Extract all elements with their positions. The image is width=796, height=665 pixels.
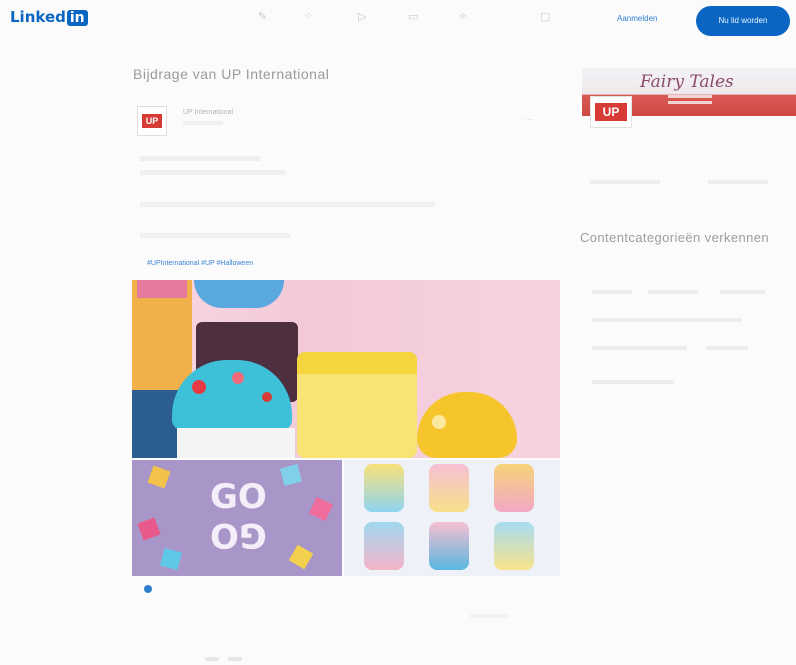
follower-count-placeholder xyxy=(590,180,660,184)
logo-text: Linked xyxy=(10,8,66,26)
author-name[interactable]: UP International xyxy=(183,109,233,116)
go-text: GO xyxy=(210,477,267,517)
post-page-title: Bijdrage van UP International xyxy=(133,66,330,82)
apps-icon[interactable]: ▢ xyxy=(540,10,550,23)
cup-shape xyxy=(364,522,404,570)
company-avatar[interactable]: UP xyxy=(137,106,167,136)
more-options-button[interactable]: ... xyxy=(524,112,535,122)
category-pill[interactable] xyxy=(592,290,632,294)
category-pill[interactable] xyxy=(720,290,765,294)
top-navigation: Linked in ✎ ⁘ ▷ ▭ ✧ ▢ Aanmelden Nu lid wo… xyxy=(0,0,796,44)
follow-link-placeholder[interactable] xyxy=(708,180,768,184)
yellow-lid-shape xyxy=(297,352,417,374)
candy-shape xyxy=(137,517,161,541)
categories-heading: Contentcategorieën verkennen xyxy=(580,230,769,245)
post-meta-placeholder xyxy=(183,121,223,125)
articles-icon[interactable]: ✎ xyxy=(258,10,267,23)
avatar-logo-text: UP xyxy=(142,114,162,128)
logo-badge: in xyxy=(66,10,88,26)
linkedin-logo[interactable]: Linked in xyxy=(10,8,88,26)
cup-shape xyxy=(364,464,404,512)
cookie-decoration xyxy=(432,415,446,429)
cake-decoration xyxy=(192,380,206,394)
category-pill[interactable] xyxy=(592,346,687,350)
candy-shape xyxy=(288,544,314,570)
candy-shape xyxy=(159,547,183,571)
go-text-mirrored: GO xyxy=(210,515,267,555)
category-pill[interactable] xyxy=(648,290,698,294)
cup-shape xyxy=(494,522,534,570)
candy-shape xyxy=(279,463,303,487)
cake-decoration xyxy=(262,392,272,402)
games-icon[interactable]: ✧ xyxy=(458,10,467,23)
sidebar-company-avatar[interactable]: UP xyxy=(590,96,632,128)
people-icon[interactable]: ⁘ xyxy=(304,10,313,23)
cup-shape xyxy=(429,464,469,512)
footer-link-placeholder[interactable] xyxy=(228,657,242,661)
candy-shape xyxy=(147,465,171,489)
banner-subtitle-placeholder xyxy=(668,95,712,98)
post-text-line xyxy=(140,156,260,161)
banner-title: Fairy Tales xyxy=(640,72,734,92)
pink-lid-shape xyxy=(137,280,187,298)
candy-shape xyxy=(309,497,333,521)
cup-shape xyxy=(429,522,469,570)
post-text-line xyxy=(140,202,435,207)
category-pill[interactable] xyxy=(706,346,748,350)
post-image-main[interactable] xyxy=(132,280,560,458)
hashtag-link[interactable]: #UPInternational #UP #Halloween xyxy=(147,260,253,267)
join-now-button[interactable]: Nu lid worden xyxy=(696,6,790,36)
cake-base-shape xyxy=(177,428,295,458)
cake-decoration xyxy=(232,372,244,384)
post-text-line xyxy=(140,170,285,175)
learning-icon[interactable]: ▷ xyxy=(358,10,366,23)
post-image-cups[interactable] xyxy=(344,460,560,576)
banner-subtitle-placeholder xyxy=(668,101,712,104)
post-image-go[interactable]: GO GO xyxy=(132,460,342,576)
sidebar-avatar-logo-text: UP xyxy=(595,103,627,121)
category-pill[interactable] xyxy=(592,318,742,322)
footer-link-placeholder[interactable] xyxy=(205,657,219,661)
cup-shape xyxy=(494,464,534,512)
post-text-line xyxy=(140,233,290,238)
jobs-icon[interactable]: ▭ xyxy=(408,10,418,23)
comment-count-placeholder xyxy=(470,614,510,618)
show-more-link[interactable] xyxy=(592,380,674,384)
blue-cup-shape xyxy=(194,280,284,308)
sign-in-link[interactable]: Aanmelden xyxy=(617,14,657,23)
like-reaction-icon[interactable] xyxy=(144,585,152,593)
